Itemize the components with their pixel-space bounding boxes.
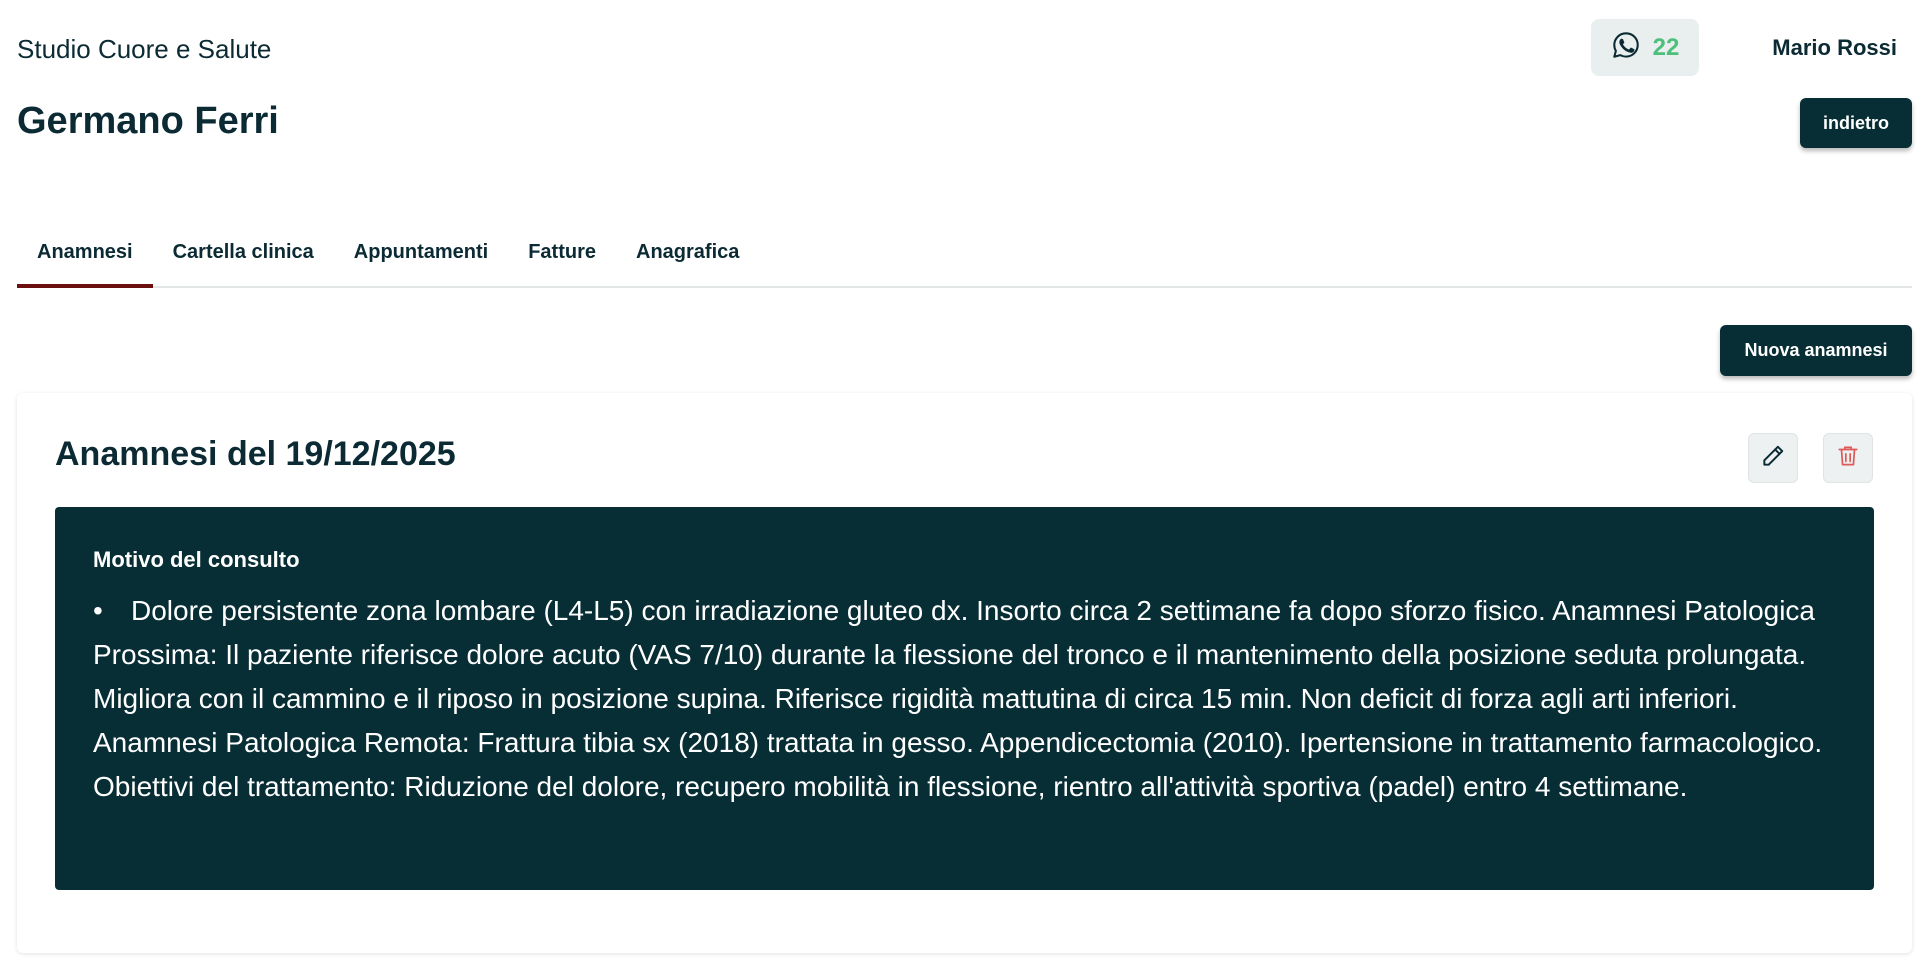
new-anamnesi-button[interactable]: Nuova anamnesi	[1720, 325, 1912, 376]
tab-cartella-clinica[interactable]: Cartella clinica	[153, 218, 334, 286]
edit-button[interactable]	[1748, 433, 1798, 483]
bullet-point: •	[93, 595, 103, 626]
whatsapp-button[interactable]: 22	[1591, 19, 1699, 76]
anamnesi-title: Anamnesi del 19/12/2025	[55, 435, 456, 473]
consult-reason-body: Dolore persistente zona lombare (L4-L5) …	[93, 595, 1823, 802]
anamnesi-card: Anamnesi del 19/12/2025 Motivo del consu…	[17, 393, 1912, 953]
tab-anagrafica[interactable]: Anagrafica	[616, 218, 759, 286]
whatsapp-count: 22	[1652, 33, 1680, 61]
patient-name: Germano Ferri	[17, 100, 279, 142]
page: Studio Cuore e Salute 22 Mario Rossi Ger…	[0, 0, 1920, 980]
back-button[interactable]: indietro	[1800, 98, 1912, 148]
studio-name: Studio Cuore e Salute	[17, 34, 272, 64]
trash-icon	[1835, 443, 1861, 474]
tab-fatture[interactable]: Fatture	[508, 218, 616, 286]
top-bar: Studio Cuore e Salute 22 Mario Rossi	[17, 18, 1912, 78]
tab-anamnesi[interactable]: Anamnesi	[17, 218, 153, 288]
consult-reason-box: Motivo del consulto • Dolore persistente …	[55, 507, 1874, 890]
tab-bar: Anamnesi Cartella clinica Appuntamenti F…	[17, 218, 1912, 288]
consult-reason-label: Motivo del consulto	[93, 547, 300, 572]
tab-appuntamenti[interactable]: Appuntamenti	[334, 218, 508, 286]
consult-reason-text: • Dolore persistente zona lombare (L4-L5)…	[93, 589, 1836, 809]
delete-button[interactable]	[1823, 433, 1873, 483]
user-menu[interactable]: Mario Rossi	[1772, 35, 1897, 61]
pencil-icon	[1760, 443, 1786, 474]
whatsapp-icon	[1611, 30, 1641, 65]
